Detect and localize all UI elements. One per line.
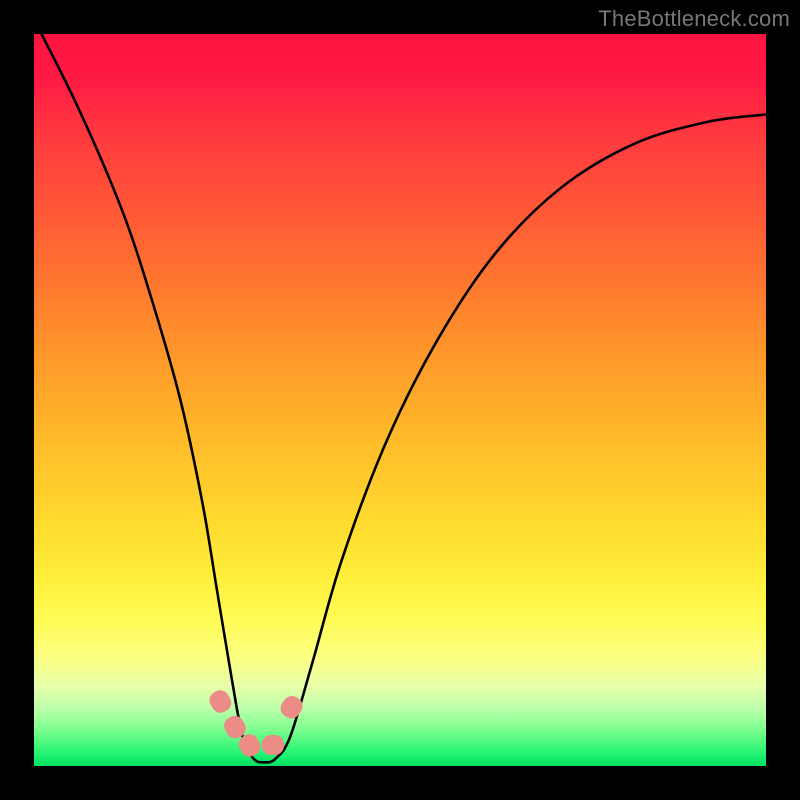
bottleneck-curve	[34, 19, 766, 762]
curve-svg	[34, 34, 766, 766]
watermark-text: TheBottleneck.com	[598, 6, 790, 32]
plot-area	[34, 34, 766, 766]
marker-group	[206, 687, 306, 760]
marker-a	[206, 687, 234, 716]
chart-frame: TheBottleneck.com	[0, 0, 800, 800]
marker-d	[262, 735, 284, 755]
